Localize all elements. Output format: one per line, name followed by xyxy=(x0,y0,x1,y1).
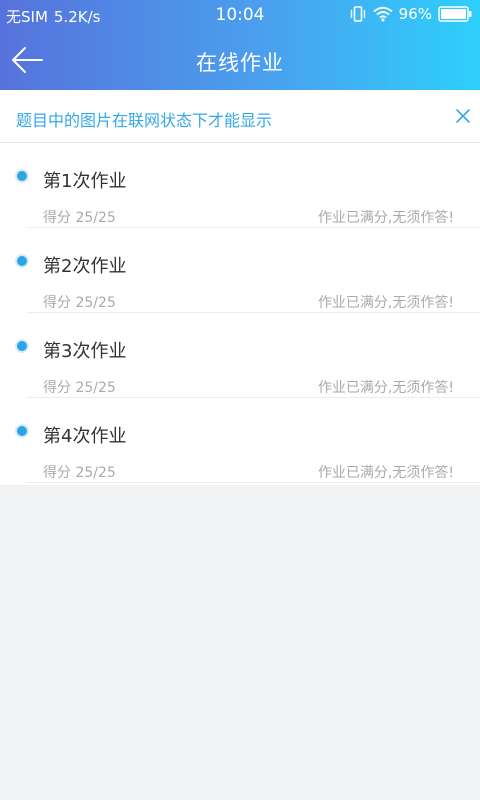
navigation-bar: 在线作业 xyxy=(0,30,480,90)
homework-status: 作业已满分,无须作答! xyxy=(317,210,454,226)
homework-item-2[interactable]: 第2次作业 得分 25/25 作业已满分,无须作答! xyxy=(0,228,480,313)
homework-status: 作业已满分,无须作答! xyxy=(317,465,454,481)
homework-score: 得分 25/25 xyxy=(43,295,116,311)
close-icon xyxy=(456,109,470,123)
homework-item-1[interactable]: 第1次作业 得分 25/25 作业已满分,无须作答! xyxy=(0,143,480,228)
homework-status: 作业已满分,无须作答! xyxy=(317,295,454,311)
vibrate-icon xyxy=(350,6,365,22)
homework-item-3[interactable]: 第3次作业 得分 25/25 作业已满分,无须作答! xyxy=(0,313,480,398)
homework-title: 第1次作业 xyxy=(43,171,127,192)
network-notice-banner: 题目中的图片在联网状态下才能显示 xyxy=(0,90,480,143)
battery-percentage: 96% xyxy=(398,5,432,23)
notice-close-button[interactable] xyxy=(455,108,471,124)
homework-title: 第3次作业 xyxy=(43,341,127,362)
homework-score: 得分 25/25 xyxy=(43,210,116,226)
battery-icon xyxy=(438,6,472,22)
homework-title: 第4次作业 xyxy=(43,426,127,447)
notice-text: 题目中的图片在联网状态下才能显示 xyxy=(16,111,273,130)
homework-score: 得分 25/25 xyxy=(43,380,116,396)
bullet-dot-icon xyxy=(17,426,27,436)
homework-item-4[interactable]: 第4次作业 得分 25/25 作业已满分,无须作答! xyxy=(0,398,480,483)
bullet-dot-icon xyxy=(17,171,27,181)
homework-score: 得分 25/25 xyxy=(43,465,116,481)
bullet-dot-icon xyxy=(17,256,27,266)
homework-list: 第1次作业 得分 25/25 作业已满分,无须作答! 第2次作业 得分 25/2… xyxy=(0,143,480,485)
app-header: 无SIM 5.2K/s 10:04 96% 在线作业 xyxy=(0,0,480,90)
homework-status: 作业已满分,无须作答! xyxy=(317,380,454,396)
homework-title: 第2次作业 xyxy=(43,256,127,277)
bullet-dot-icon xyxy=(17,341,27,351)
item-divider xyxy=(27,482,480,483)
wifi-icon xyxy=(373,6,393,22)
page-title: 在线作业 xyxy=(196,51,284,75)
status-bar: 无SIM 5.2K/s 10:04 96% xyxy=(0,0,480,30)
status-right: 96% xyxy=(349,5,472,23)
